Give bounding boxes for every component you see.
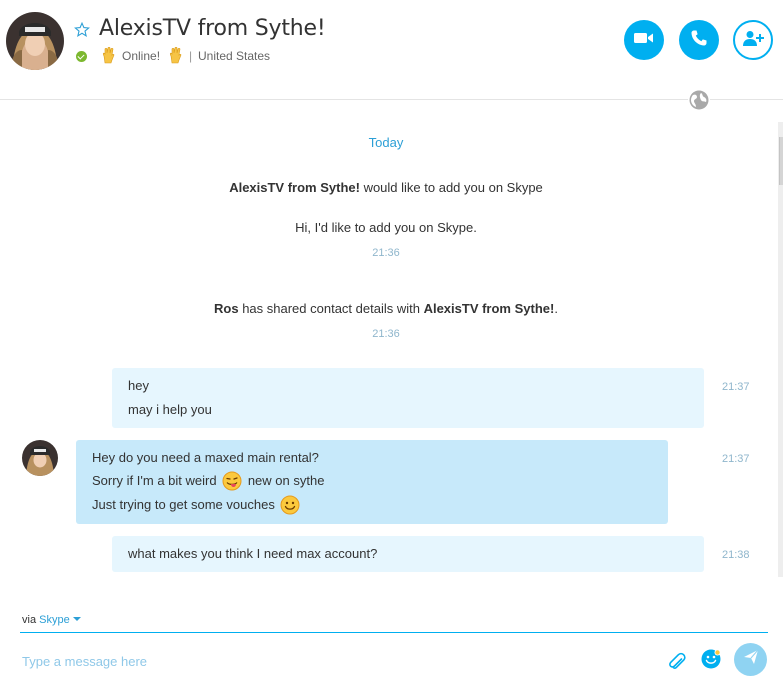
tongue-out-emoticon-icon [222, 471, 242, 491]
sender-avatar[interactable] [22, 440, 58, 476]
message-text: what makes you think I need max account? [128, 546, 378, 561]
message-text: Sorry if I'm a bit weird [92, 473, 217, 488]
contact-name[interactable]: AlexisTV from Sythe! [99, 16, 326, 41]
message-text: new on sythe [247, 473, 325, 488]
send-icon [742, 648, 760, 671]
event-request-message: Hi, I'd like to add you on Skype. [295, 220, 477, 235]
add-contact-icon [741, 29, 765, 52]
event-contact-request: AlexisTV from Sythe! would like to add y… [0, 180, 772, 195]
via-service-name[interactable]: Skype [39, 614, 70, 626]
smile-emoticon-icon [280, 495, 300, 515]
incoming-message-bubble[interactable]: Hey do you need a maxed main rental? Sor… [76, 440, 668, 524]
message-text: may i help you [128, 402, 212, 417]
hand-emoticon-icon [168, 46, 182, 64]
video-call-button[interactable] [624, 20, 664, 60]
message-input[interactable] [20, 648, 644, 674]
contact-avatar[interactable] [6, 12, 64, 70]
contact-location: United States [198, 49, 271, 63]
outgoing-message-bubble[interactable]: hey may i help you [112, 368, 704, 428]
message-text: hey [128, 378, 149, 393]
message-text: Hey do you need a maxed main rental? [92, 450, 319, 465]
scrollbar-thumb[interactable] [779, 137, 783, 185]
add-participant-button[interactable] [733, 20, 773, 60]
event-sender-name: Ros [214, 301, 239, 316]
online-status-icon [76, 51, 87, 62]
hand-emoticon-icon [101, 46, 115, 64]
phone-icon [690, 29, 708, 52]
message-line: Sorry if I'm a bit weird new on sythe [92, 471, 324, 491]
event-time: 21:36 [372, 247, 400, 259]
status-text: Online! [122, 49, 161, 63]
event-text: has shared contact details with [238, 301, 424, 316]
message-time: 21:37 [722, 453, 750, 465]
call-button[interactable] [679, 20, 719, 60]
message-time: 21:38 [722, 549, 750, 561]
event-contact-name: AlexisTV from Sythe! [229, 180, 360, 195]
event-text-end: . [554, 301, 558, 316]
date-divider: Today [368, 135, 404, 150]
header-divider [0, 99, 783, 100]
conversation-header: AlexisTV from Sythe! Online! | United St… [0, 0, 783, 100]
event-time: 21:36 [372, 328, 400, 340]
globe-icon[interactable] [688, 89, 710, 111]
event-text: would like to add you on Skype [359, 180, 543, 195]
paperclip-icon[interactable] [666, 649, 688, 671]
outgoing-message-bubble[interactable]: what makes you think I need max account? [112, 536, 704, 572]
emoticon-icon[interactable] [700, 648, 722, 670]
message-time: 21:37 [722, 381, 750, 393]
message-line: Just trying to get some vouches [92, 495, 302, 515]
event-contact-name: AlexisTV from Sythe! [423, 301, 555, 316]
video-call-icon [633, 31, 655, 50]
via-service-selector[interactable]: via Skype [22, 614, 81, 626]
via-label: via [22, 614, 37, 626]
chevron-down-icon[interactable] [72, 617, 81, 621]
event-contact-shared: Ros has shared contact details with Alex… [0, 301, 772, 316]
status-separator: | [189, 49, 193, 63]
composer-divider [20, 632, 768, 633]
star-icon[interactable] [74, 21, 90, 38]
scrollbar-track[interactable] [778, 122, 783, 577]
message-text: Just trying to get some vouches [92, 497, 275, 512]
send-button[interactable] [734, 643, 767, 676]
